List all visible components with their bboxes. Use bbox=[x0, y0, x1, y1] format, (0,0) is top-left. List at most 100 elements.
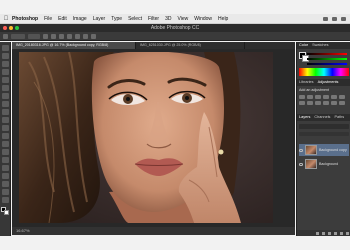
options-bar bbox=[0, 32, 350, 41]
new-layer-icon[interactable] bbox=[340, 231, 343, 235]
tab-adjustments[interactable]: Adjustments bbox=[318, 79, 339, 86]
history-brush-tool-icon[interactable] bbox=[1, 117, 9, 123]
tab-color[interactable]: Color bbox=[299, 42, 308, 49]
trash-icon[interactable] bbox=[346, 231, 349, 235]
right-panels: Color Swatches Libraries Adjustments Add… bbox=[296, 42, 350, 236]
screenshot:  Photoshop File Edit Image Layer Type S… bbox=[0, 0, 350, 250]
red-slider[interactable] bbox=[307, 53, 347, 55]
hand-tool-icon[interactable] bbox=[1, 189, 9, 195]
dodge-tool-icon[interactable] bbox=[1, 149, 9, 155]
invert-icon[interactable] bbox=[339, 101, 345, 105]
layer-row[interactable]: Background bbox=[299, 158, 349, 170]
layer-blend-controls[interactable] bbox=[299, 124, 349, 129]
apple-icon[interactable]:  bbox=[0, 16, 12, 22]
menu-type[interactable]: Type bbox=[111, 16, 122, 22]
mac-menu-bar:  Photoshop File Edit Image Layer Type S… bbox=[0, 14, 350, 24]
exposure-icon[interactable] bbox=[323, 95, 329, 99]
option-icon[interactable] bbox=[59, 33, 64, 39]
color-spectrum[interactable] bbox=[299, 68, 349, 76]
vibrance-icon[interactable] bbox=[331, 95, 337, 99]
lasso-tool-icon[interactable] bbox=[1, 61, 9, 67]
new-group-icon[interactable] bbox=[334, 231, 337, 235]
visibility-eye-icon[interactable] bbox=[299, 162, 303, 166]
zoom-tool-icon[interactable] bbox=[1, 197, 9, 203]
menu-select[interactable]: Select bbox=[128, 16, 142, 22]
menu-view[interactable]: View bbox=[178, 16, 189, 22]
document-tab[interactable]: IMG_6251030.JPG @ 25.0% (RGB/8) bbox=[136, 42, 245, 49]
quick-select-tool-icon[interactable] bbox=[1, 69, 9, 75]
document-tab[interactable]: IMG_20180316.JPG @ 16.7% (Background cop… bbox=[12, 42, 136, 49]
color-balance-icon[interactable] bbox=[299, 101, 305, 105]
path-select-tool-icon[interactable] bbox=[1, 173, 9, 179]
close-icon[interactable] bbox=[3, 26, 7, 30]
clone-stamp-tool-icon[interactable] bbox=[1, 109, 9, 115]
adjustments-title: Add an adjustment bbox=[299, 88, 329, 92]
window-controls bbox=[3, 26, 19, 30]
tab-channels[interactable]: Channels bbox=[314, 114, 330, 121]
menu-window[interactable]: Window bbox=[194, 16, 212, 22]
status-bar: 16.67% bbox=[12, 227, 295, 235]
option-icon[interactable] bbox=[67, 33, 72, 39]
layer-lock-controls[interactable] bbox=[299, 132, 349, 136]
tools-panel bbox=[0, 42, 11, 236]
add-style-icon[interactable] bbox=[322, 231, 325, 235]
visibility-eye-icon[interactable] bbox=[299, 148, 303, 152]
tab-paths[interactable]: Paths bbox=[334, 114, 344, 121]
status-icon[interactable] bbox=[323, 16, 328, 21]
channel-mixer-icon[interactable] bbox=[323, 101, 329, 105]
eyedropper-tool-icon[interactable] bbox=[1, 85, 9, 91]
minimize-icon[interactable] bbox=[9, 26, 13, 30]
layer-row[interactable]: Background copy bbox=[299, 144, 349, 156]
crop-tool-icon[interactable] bbox=[1, 77, 9, 83]
blue-slider[interactable] bbox=[307, 63, 347, 65]
brightness-icon[interactable] bbox=[299, 95, 305, 99]
option-button[interactable] bbox=[28, 33, 40, 39]
menu-filter[interactable]: Filter bbox=[148, 16, 159, 22]
tool-preset-icon[interactable] bbox=[3, 33, 8, 39]
brush-tool-icon[interactable] bbox=[1, 101, 9, 107]
marquee-tool-icon[interactable] bbox=[1, 53, 9, 59]
layer-name: Background copy bbox=[319, 148, 347, 152]
levels-icon[interactable] bbox=[307, 95, 313, 99]
photo-filter-icon[interactable] bbox=[315, 101, 321, 105]
menu-layer[interactable]: Layer bbox=[93, 16, 106, 22]
canvas-area[interactable] bbox=[12, 49, 295, 227]
eraser-tool-icon[interactable] bbox=[1, 125, 9, 131]
option-icon[interactable] bbox=[91, 33, 96, 39]
status-icon[interactable] bbox=[332, 16, 337, 21]
black-white-icon[interactable] bbox=[307, 101, 313, 105]
menu-edit[interactable]: Edit bbox=[58, 16, 67, 22]
menu-help[interactable]: Help bbox=[218, 16, 228, 22]
gradient-tool-icon[interactable] bbox=[1, 133, 9, 139]
blur-tool-icon[interactable] bbox=[1, 141, 9, 147]
tab-swatches[interactable]: Swatches bbox=[312, 42, 328, 49]
option-icon[interactable] bbox=[43, 33, 48, 39]
hue-icon[interactable] bbox=[339, 95, 345, 99]
color-swatches[interactable] bbox=[1, 207, 9, 215]
pen-tool-icon[interactable] bbox=[1, 157, 9, 163]
tab-layers[interactable]: Layers bbox=[299, 114, 310, 121]
curves-icon[interactable] bbox=[315, 95, 321, 99]
menu-app-name[interactable]: Photoshop bbox=[12, 16, 38, 22]
healing-brush-tool-icon[interactable] bbox=[1, 93, 9, 99]
adjustments-panel-tabs: Libraries Adjustments bbox=[297, 79, 350, 86]
option-icon[interactable] bbox=[51, 33, 56, 39]
type-tool-icon[interactable] bbox=[1, 165, 9, 171]
tab-libraries[interactable]: Libraries bbox=[299, 79, 314, 86]
desktop-bottom bbox=[0, 236, 350, 250]
zoom-icon[interactable] bbox=[15, 26, 19, 30]
option-button[interactable] bbox=[11, 33, 25, 39]
option-icon[interactable] bbox=[83, 33, 88, 39]
green-slider[interactable] bbox=[307, 58, 347, 60]
link-layers-icon[interactable] bbox=[316, 231, 319, 235]
search-icon[interactable] bbox=[341, 16, 346, 21]
menu-3d[interactable]: 3D bbox=[165, 16, 171, 22]
move-tool-icon[interactable] bbox=[1, 45, 9, 51]
shape-tool-icon[interactable] bbox=[1, 181, 9, 187]
add-mask-icon[interactable] bbox=[328, 231, 331, 235]
zoom-level[interactable]: 16.67% bbox=[16, 228, 30, 233]
option-icon[interactable] bbox=[75, 33, 80, 39]
menu-file[interactable]: File bbox=[44, 16, 52, 22]
color-lookup-icon[interactable] bbox=[331, 101, 337, 105]
menu-image[interactable]: Image bbox=[73, 16, 87, 22]
